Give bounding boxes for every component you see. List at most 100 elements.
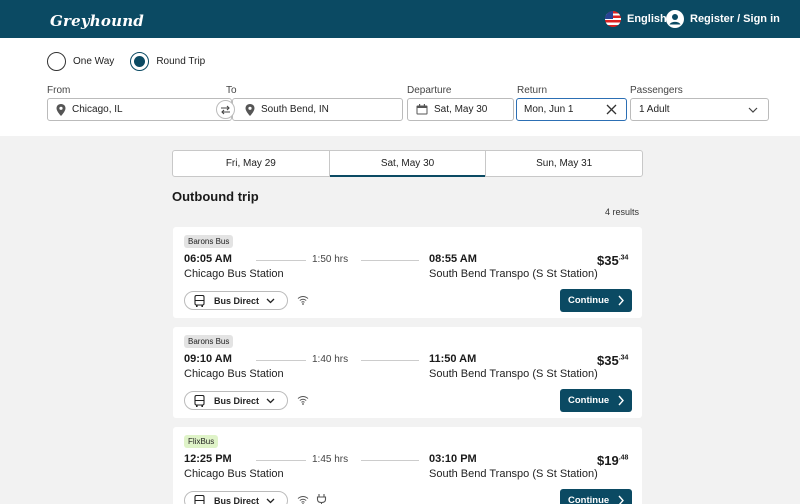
continue-button[interactable]: Continue (560, 489, 632, 504)
wifi-icon (297, 496, 309, 504)
one-way-label[interactable]: One Way (73, 56, 114, 67)
swap-arrows-icon (221, 105, 230, 114)
bus-icon (194, 394, 205, 407)
us-flag-icon (605, 11, 621, 27)
price-cents: .48 (618, 454, 629, 462)
departure-station: Chicago Bus Station (184, 468, 284, 480)
location-pin-icon (56, 103, 66, 116)
passengers-value: 1 Adult (639, 104, 670, 115)
passengers-label: Passengers (630, 85, 683, 96)
route-line (361, 460, 419, 461)
arrival-station: South Bend Transpo (S St Station) (429, 268, 598, 280)
chevron-right-icon (618, 295, 624, 306)
trip-card: Barons Bus 06:05 AM 1:50 hrs 08:55 AM Ch… (173, 227, 642, 318)
tab-fri-may-29[interactable]: Fri, May 29 (173, 151, 330, 176)
departure-time: 12:25 PM (184, 453, 232, 465)
from-label: From (47, 85, 71, 96)
departure-station: Chicago Bus Station (184, 368, 284, 380)
continue-label: Continue (568, 495, 610, 504)
passengers-select[interactable]: 1 Adult (630, 98, 769, 121)
trip-price: $35.34 (597, 253, 628, 268)
arrival-station: South Bend Transpo (S St Station) (429, 468, 598, 480)
service-type-label: Bus Direct (214, 395, 260, 406)
route-line (361, 260, 419, 261)
location-pin-icon (245, 103, 255, 116)
service-type-dropdown[interactable]: Bus Direct (184, 491, 288, 504)
register-signin-button[interactable]: Register / Sign in (666, 10, 780, 28)
arrival-time: 03:10 PM (429, 453, 477, 465)
continue-button[interactable]: Continue (560, 289, 632, 312)
to-value: South Bend, IN (261, 104, 329, 115)
bus-icon (194, 294, 205, 307)
price-dollars: $19 (597, 453, 619, 468)
round-trip-label[interactable]: Round Trip (156, 56, 205, 67)
arrival-time: 08:55 AM (429, 253, 477, 265)
carrier-badge: FlixBus (184, 435, 219, 448)
wifi-icon (297, 296, 309, 305)
return-value: Mon, Jun 1 (524, 104, 574, 115)
return-date-input[interactable]: Mon, Jun 1 (516, 98, 627, 121)
trip-price: $19.48 (597, 453, 628, 468)
trip-card: FlixBus 12:25 PM 1:45 hrs 03:10 PM Chica… (173, 427, 642, 504)
language-label: English (627, 13, 667, 25)
chevron-down-icon (266, 498, 275, 503)
service-type-label: Bus Direct (214, 295, 260, 306)
to-input[interactable]: South Bend, IN (232, 98, 403, 121)
chevron-right-icon (618, 495, 624, 504)
trip-duration: 1:40 hrs (312, 354, 349, 365)
trip-price: $35.34 (597, 353, 628, 368)
service-type-label: Bus Direct (214, 495, 260, 504)
route-line (361, 360, 419, 361)
search-panel: One Way Round Trip From Chicago, IL To S… (0, 38, 800, 136)
service-type-dropdown[interactable]: Bus Direct (184, 391, 288, 410)
route-line (256, 260, 306, 261)
user-account-icon (666, 10, 684, 28)
trip-duration: 1:50 hrs (312, 254, 349, 265)
signin-label: Register / Sign in (690, 13, 780, 25)
chevron-right-icon (618, 395, 624, 406)
from-input[interactable]: Chicago, IL (47, 98, 232, 121)
return-label: Return (517, 85, 548, 96)
route-line (256, 460, 306, 461)
trip-card: Barons Bus 09:10 AM 1:40 hrs 11:50 AM Ch… (173, 327, 642, 418)
calendar-icon (416, 104, 428, 115)
departure-value: Sat, May 30 (434, 104, 488, 115)
arrival-station: South Bend Transpo (S St Station) (429, 368, 598, 380)
from-value: Chicago, IL (72, 104, 123, 115)
results-count: 4 results (605, 207, 640, 217)
bus-icon (194, 494, 205, 504)
chevron-down-icon (266, 398, 275, 403)
continue-button[interactable]: Continue (560, 389, 632, 412)
price-cents: .34 (618, 254, 629, 262)
clear-return-icon[interactable] (606, 104, 617, 115)
departure-date-input[interactable]: Sat, May 30 (407, 98, 514, 121)
departure-label: Departure (407, 85, 452, 96)
carrier-badge: Barons Bus (184, 335, 234, 348)
tab-sun-may-31[interactable]: Sun, May 31 (486, 151, 642, 176)
round-trip-radio[interactable] (130, 52, 150, 71)
trip-duration: 1:45 hrs (312, 454, 349, 465)
chevron-down-icon (266, 298, 275, 303)
wifi-icon (297, 396, 309, 405)
departure-station: Chicago Bus Station (184, 268, 284, 280)
language-selector[interactable]: English (605, 11, 667, 27)
departure-time: 09:10 AM (184, 353, 232, 365)
tab-sat-may-30[interactable]: Sat, May 30 (329, 151, 487, 177)
price-dollars: $35 (597, 253, 619, 268)
price-cents: .34 (618, 354, 629, 362)
greyhound-logo[interactable]: Greyhound (50, 12, 144, 30)
swap-locations-button[interactable] (216, 100, 235, 119)
one-way-radio[interactable] (47, 52, 66, 71)
chevron-down-icon (748, 107, 758, 113)
departure-time: 06:05 AM (184, 253, 232, 265)
carrier-badge: Barons Bus (184, 235, 234, 248)
date-tabs: Fri, May 29 Sat, May 30 Sun, May 31 (172, 150, 643, 177)
continue-label: Continue (568, 295, 610, 306)
price-dollars: $35 (597, 353, 619, 368)
continue-label: Continue (568, 395, 610, 406)
route-line (256, 360, 306, 361)
service-type-dropdown[interactable]: Bus Direct (184, 291, 288, 310)
outbound-title: Outbound trip (172, 189, 259, 204)
arrival-time: 11:50 AM (429, 353, 477, 365)
power-outlet-icon (316, 494, 327, 504)
